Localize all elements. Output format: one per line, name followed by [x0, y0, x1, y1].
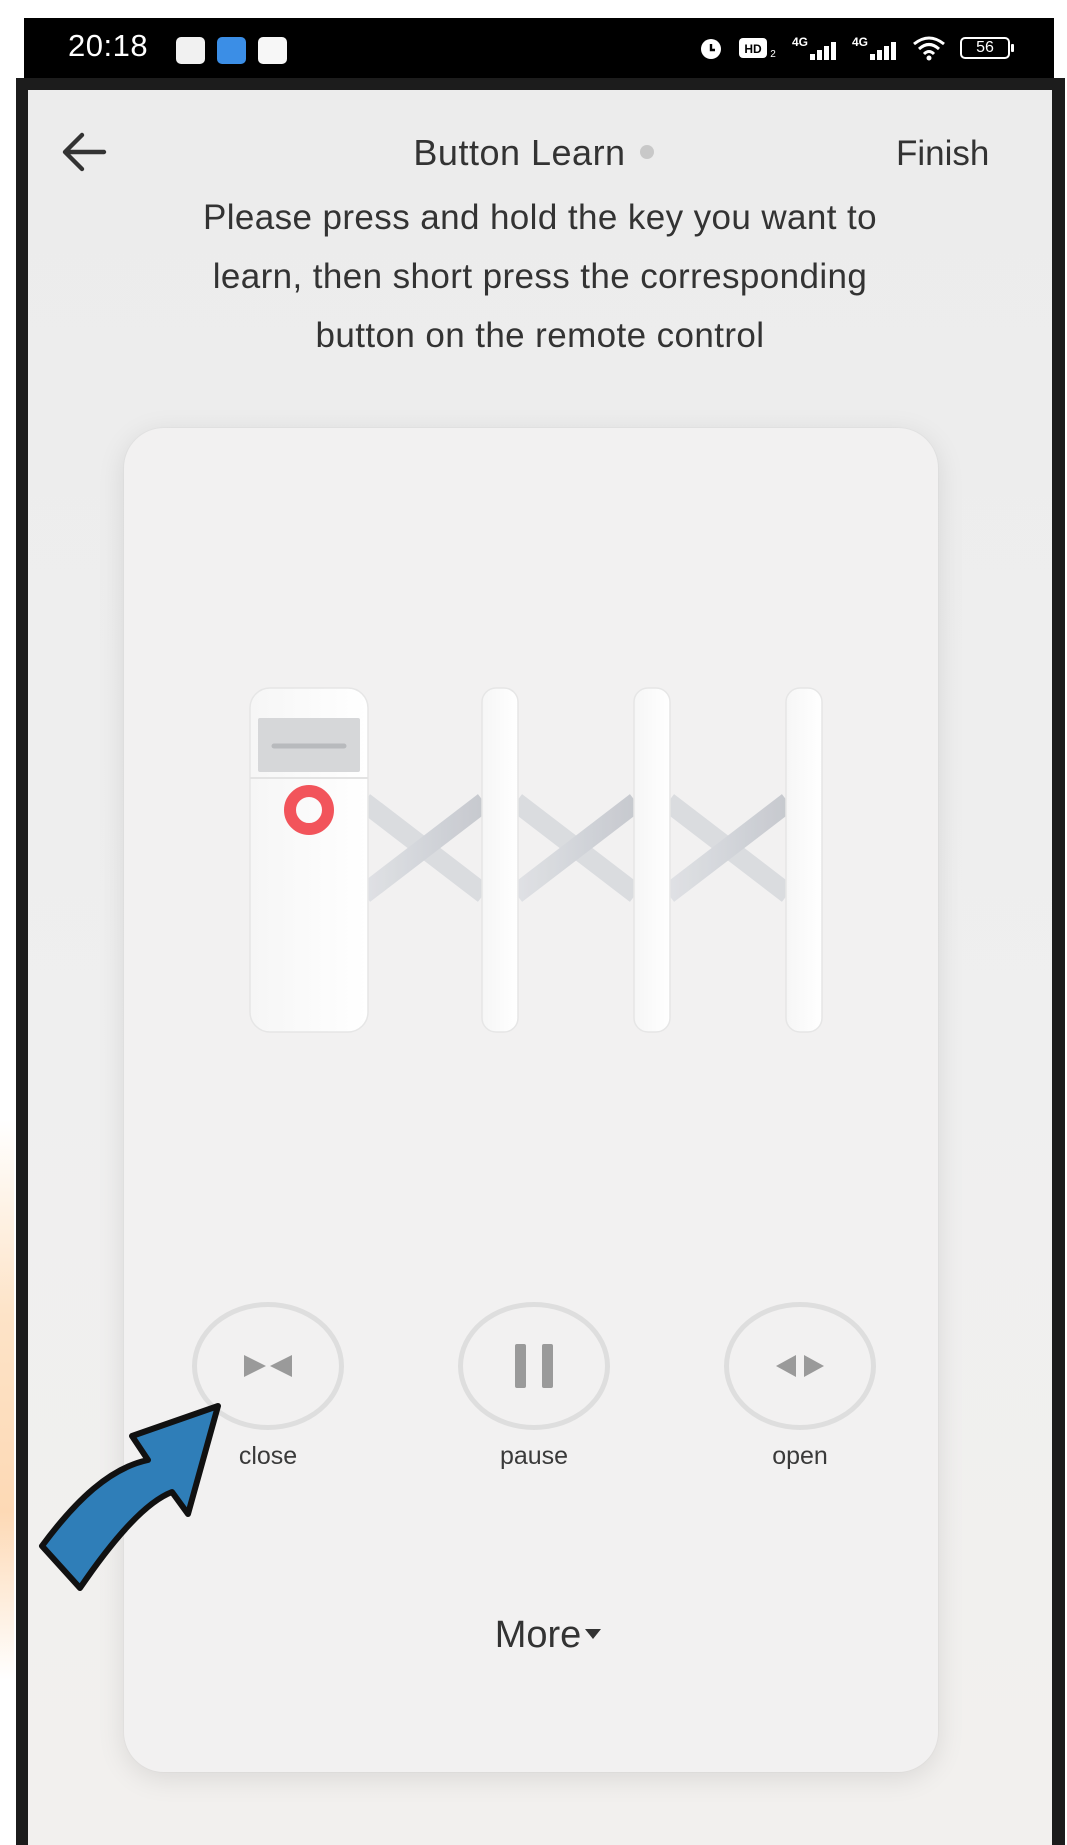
pause-label: pause	[499, 1442, 569, 1470]
gate-post	[633, 687, 671, 1033]
notification-app-icon-2	[258, 37, 287, 64]
svg-text:2: 2	[770, 49, 776, 60]
battery-icon: 56	[960, 37, 1014, 59]
remote-card	[124, 428, 938, 1772]
open-button-ring[interactable]	[724, 1302, 876, 1430]
more-button[interactable]: More	[0, 1614, 1067, 1657]
gate-post	[785, 687, 823, 1033]
notification-app-icon	[176, 37, 205, 64]
status-bar: 20:18 HD 2 4G 4G 56	[24, 18, 1054, 78]
svg-text:4G: 4G	[852, 35, 868, 49]
status-indicators: HD 2 4G 4G 56	[698, 30, 1014, 66]
instruction-text: Please press and hold the key you want t…	[202, 198, 878, 355]
page-title-text: Button Learn	[413, 132, 626, 173]
more-label: More	[494, 1614, 582, 1656]
barrier-gate-illustration	[249, 687, 823, 1033]
gate-main-post	[249, 687, 369, 1033]
caret-down-icon	[585, 1629, 602, 1639]
pause-icon	[515, 1344, 553, 1388]
status-dot-icon	[639, 145, 654, 159]
open-gate-icon	[776, 1355, 824, 1377]
scissor-arms	[357, 794, 795, 902]
alarm-icon	[701, 39, 721, 59]
gate-post	[481, 687, 519, 1033]
screenshot-root: 20:18 HD 2 4G 4G 56 Button Learn Finish …	[0, 0, 1067, 1845]
signal-4g-icon: 4G	[852, 35, 896, 60]
notification-home-icon	[217, 37, 246, 64]
hd-icon: HD 2	[739, 38, 776, 60]
svg-text:HD: HD	[744, 42, 762, 56]
signal-4g-icon: 4G	[792, 35, 836, 60]
finish-button[interactable]: Finish	[896, 134, 989, 174]
status-time: 20:18	[68, 28, 149, 63]
pause-button[interactable]: pause	[458, 1302, 610, 1471]
pause-button-ring[interactable]	[458, 1302, 610, 1430]
annotation-arrow-icon	[39, 1403, 221, 1591]
close-gate-icon	[244, 1355, 292, 1377]
open-label: open	[772, 1442, 828, 1470]
svg-text:4G: 4G	[792, 35, 808, 49]
left-accent-stripe	[0, 1120, 14, 1680]
open-button[interactable]: open	[724, 1302, 876, 1471]
wifi-icon	[913, 36, 945, 61]
